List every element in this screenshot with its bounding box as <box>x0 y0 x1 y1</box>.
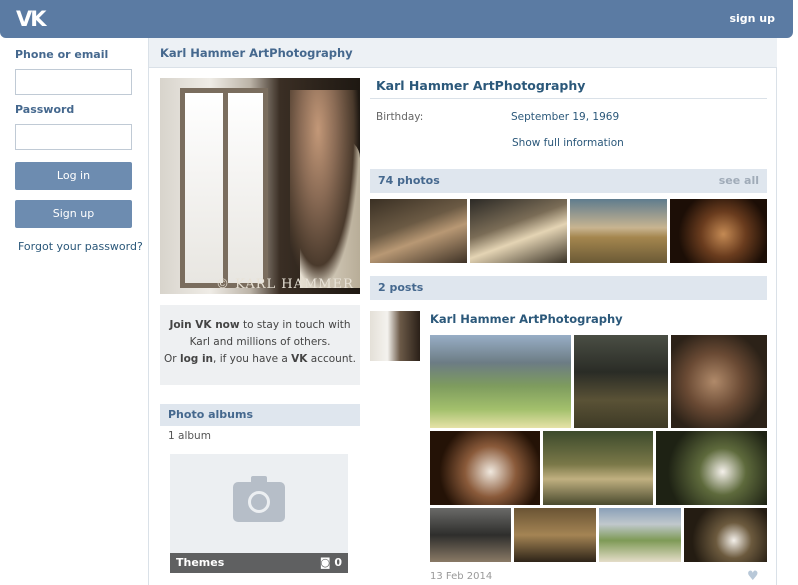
post-image[interactable] <box>671 335 767 428</box>
photo-thumb[interactable] <box>470 199 567 263</box>
post-image[interactable] <box>430 335 571 428</box>
join-line3b: , if you have a <box>213 353 292 365</box>
join-login-link[interactable]: log in <box>180 353 213 365</box>
birthday-value[interactable]: September 19, 1969 <box>511 111 619 123</box>
photos-header[interactable]: 74 photos see all <box>370 169 767 193</box>
join-vk-now-link[interactable]: Join VK now <box>169 319 239 331</box>
album-title: Themes <box>176 556 225 569</box>
photo-thumb[interactable] <box>570 199 667 263</box>
profile-name: Karl Hammer ArtPhotography <box>376 78 586 93</box>
photo-thumb[interactable] <box>670 199 767 263</box>
post-date[interactable]: 13 Feb 2014 <box>430 571 492 582</box>
album-photo-count: ◙ 0 <box>320 556 342 569</box>
post-image[interactable] <box>430 508 511 562</box>
top-bar: VK sign up <box>0 0 793 38</box>
divider <box>370 98 767 99</box>
photos-count: 74 photos <box>378 174 440 187</box>
post-image[interactable] <box>430 431 540 505</box>
post-image[interactable] <box>599 508 681 562</box>
like-heart-icon[interactable]: ♥ <box>747 569 759 584</box>
show-full-info-link[interactable]: Show full information <box>512 137 624 149</box>
posts-count: 2 posts <box>378 281 424 294</box>
join-line3c: account. <box>307 353 356 365</box>
post-author-avatar[interactable] <box>370 311 420 361</box>
album-photo-count-value: 0 <box>334 556 342 569</box>
page-header: Karl Hammer ArtPhotography <box>149 38 777 68</box>
profile-main: Karl Hammer ArtPhotography © KARL HAMMER… <box>148 38 777 585</box>
forgot-password-link[interactable]: Forgot your password? <box>18 240 143 253</box>
join-line3a: Or <box>164 353 180 365</box>
album-count: 1 album <box>168 430 211 442</box>
see-all-link[interactable]: see all <box>719 174 759 187</box>
phone-input[interactable] <box>15 69 132 95</box>
login-sidebar: Phone or email Password Log in Sign up F… <box>0 38 148 585</box>
signup-button[interactable]: Sign up <box>15 200 132 228</box>
password-input[interactable] <box>15 124 132 150</box>
page-title: Karl Hammer ArtPhotography <box>160 46 353 60</box>
camera-small-icon: ◙ <box>319 556 331 569</box>
post-image[interactable] <box>514 508 596 562</box>
post-image[interactable] <box>656 431 767 505</box>
join-vk-word: VK <box>291 353 308 365</box>
join-box: Join VK now to stay in touch with Karl a… <box>160 305 360 385</box>
photo-thumb[interactable] <box>370 199 467 263</box>
join-line1: to stay in touch with <box>239 319 351 331</box>
login-button[interactable]: Log in <box>15 162 132 190</box>
photo-albums-title: Photo albums <box>168 408 254 421</box>
password-label: Password <box>15 103 75 116</box>
avatar-watermark: © KARL HAMMER <box>216 277 354 292</box>
photo-albums-header[interactable]: Photo albums <box>160 404 360 426</box>
album-caption-bar[interactable]: Themes ◙ 0 <box>170 553 348 573</box>
phone-label: Phone or email <box>15 48 109 61</box>
vk-logo[interactable]: VK <box>16 8 50 30</box>
signup-link[interactable]: sign up <box>729 12 775 25</box>
post-image[interactable] <box>543 431 653 505</box>
posts-header: 2 posts <box>370 276 767 300</box>
post-image[interactable] <box>684 508 767 562</box>
camera-icon <box>233 476 285 522</box>
avatar-head <box>290 90 360 290</box>
avatar-window <box>180 88 268 288</box>
post-image[interactable] <box>574 335 668 428</box>
birthday-label: Birthday: <box>376 111 424 123</box>
join-line2: Karl and millions of others. <box>189 336 331 348</box>
profile-avatar[interactable]: © KARL HAMMER <box>160 78 360 294</box>
post-author-name[interactable]: Karl Hammer ArtPhotography <box>430 312 623 326</box>
